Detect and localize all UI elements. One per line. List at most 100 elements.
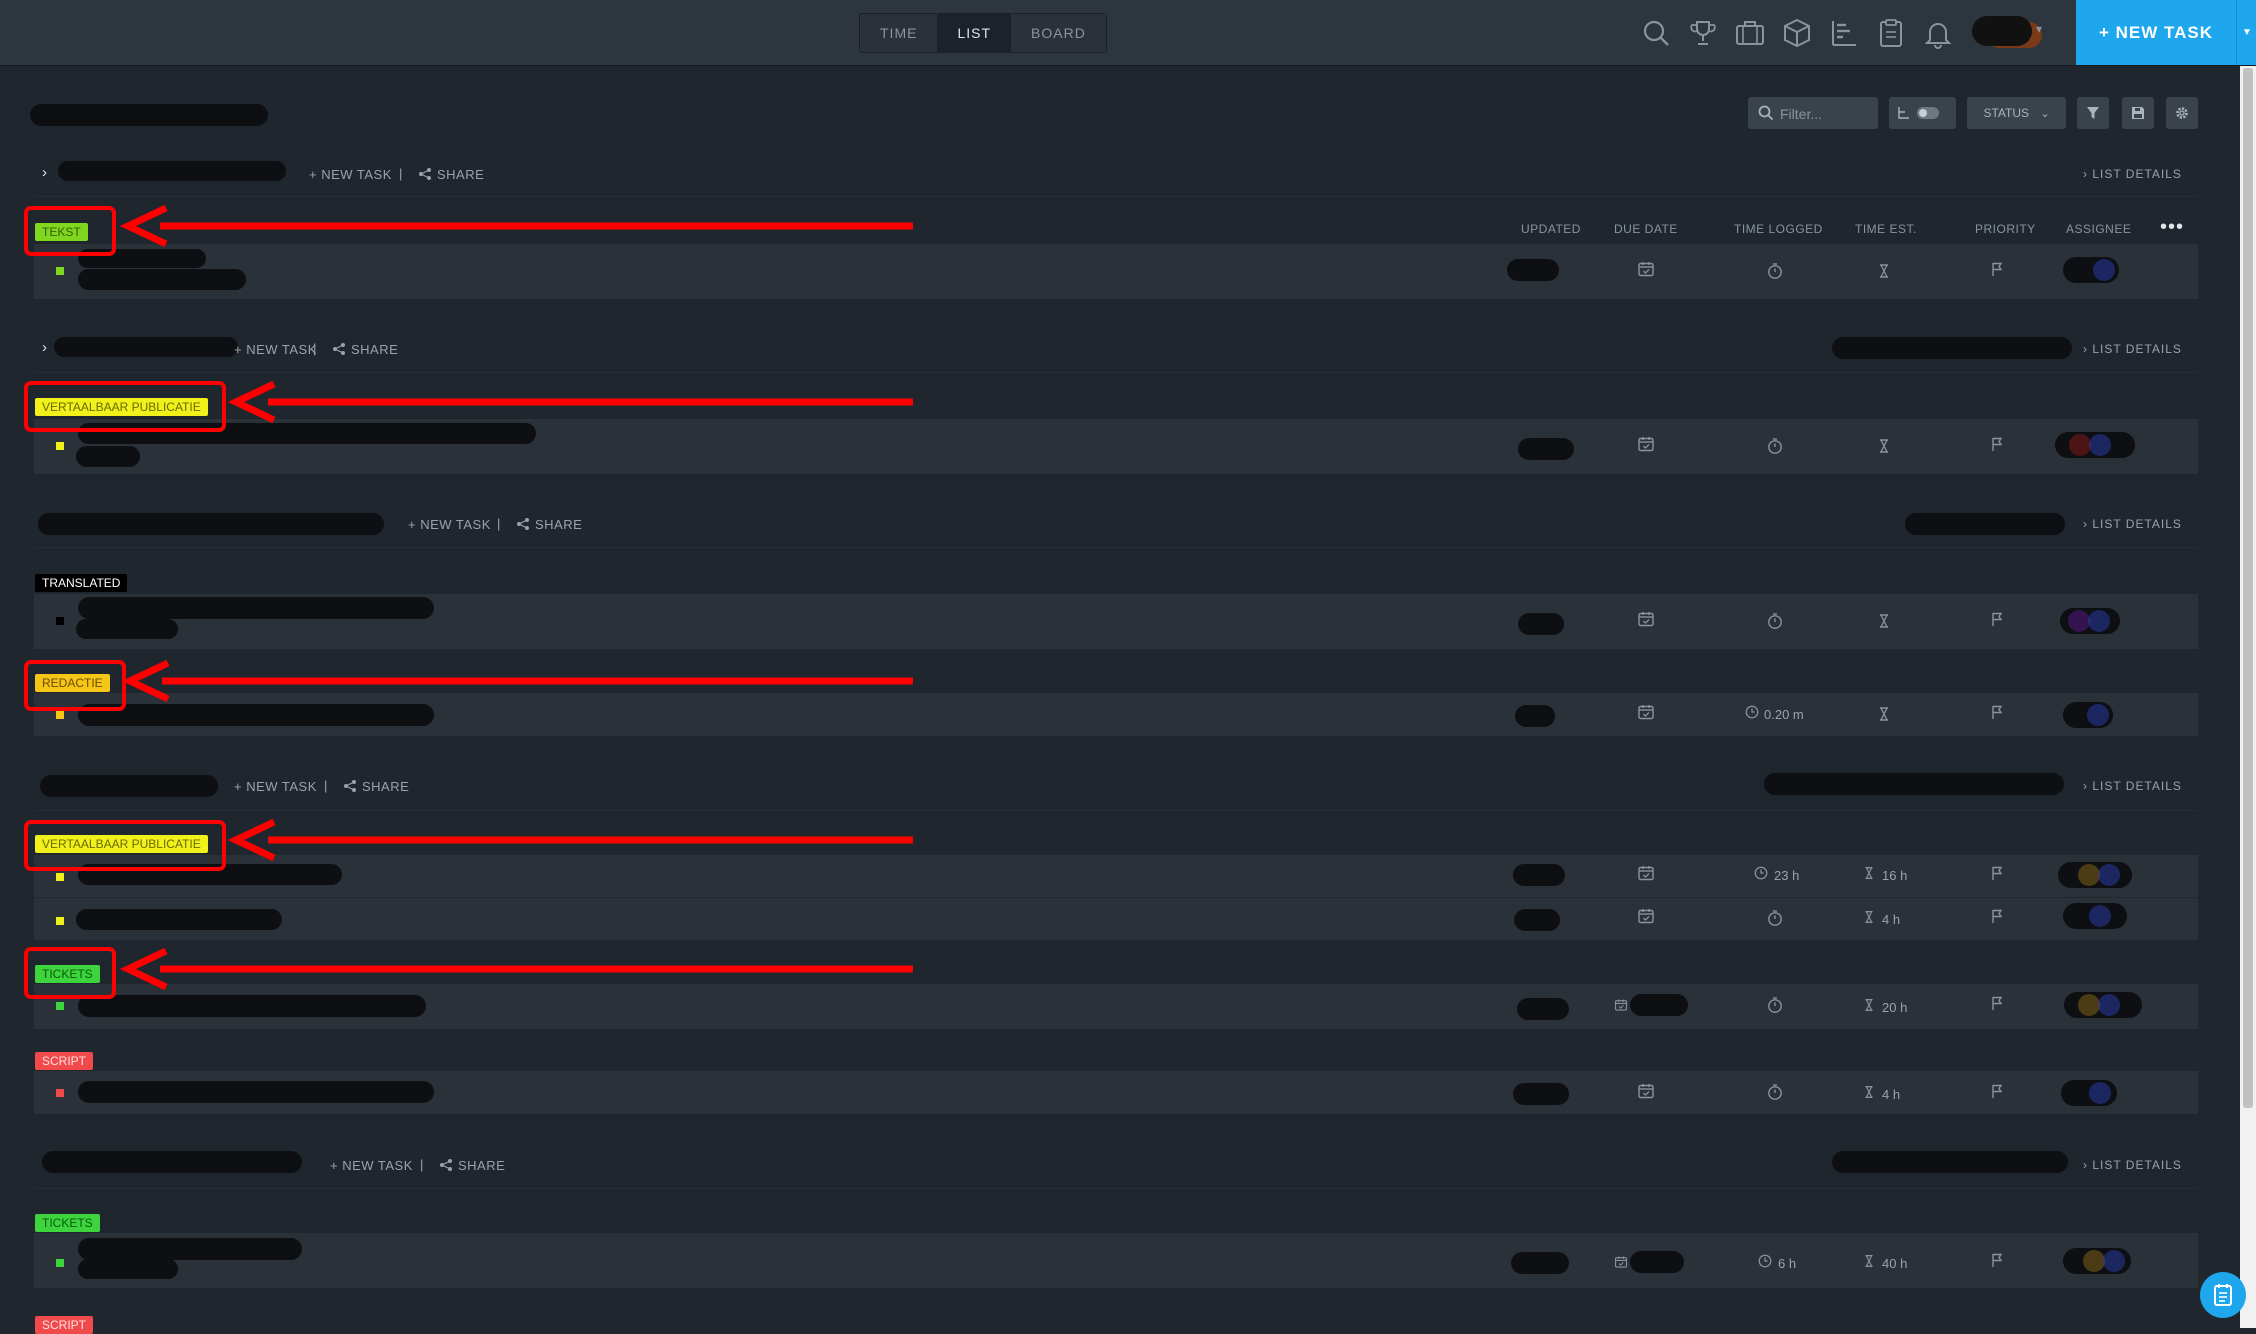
column-priority[interactable]: PRIORITY (1975, 222, 2036, 236)
column-time-est[interactable]: TIME EST. (1855, 222, 1917, 236)
flag-icon[interactable] (1988, 1251, 2006, 1269)
list-3-new-task-link[interactable]: + NEW TASK (408, 517, 491, 532)
clock-icon[interactable] (1753, 865, 1769, 881)
share-icon[interactable] (332, 342, 346, 356)
filter-input[interactable] (1778, 103, 1874, 125)
time-logged-value[interactable]: 6 h (1778, 1256, 1796, 1271)
status-square[interactable] (56, 1089, 64, 1097)
time-est-value[interactable]: 4 h (1882, 1087, 1900, 1102)
assignee-avatars[interactable] (2061, 1080, 2117, 1106)
share-icon[interactable] (516, 517, 530, 531)
calendar-icon[interactable] (1637, 1082, 1655, 1100)
time-est-value[interactable]: 4 h (1882, 912, 1900, 927)
task-name[interactable] (78, 1259, 178, 1279)
task-name[interactable] (78, 269, 246, 290)
share-icon[interactable] (343, 779, 357, 793)
list-2-new-task-link[interactable]: + NEW TASK (234, 342, 317, 357)
timer-icon[interactable] (1766, 437, 1784, 455)
due-date-value[interactable] (1630, 1251, 1684, 1273)
timer-icon[interactable] (1766, 612, 1784, 630)
task-name[interactable] (78, 704, 434, 726)
list-4-share-link[interactable]: SHARE (362, 779, 409, 794)
calendar-icon[interactable] (1637, 435, 1655, 453)
hourglass-icon[interactable] (1875, 262, 1893, 280)
briefcase-icon[interactable] (1734, 17, 1766, 49)
column-time-logged[interactable]: TIME LOGGED (1734, 222, 1823, 236)
task-name[interactable] (78, 995, 426, 1017)
clock-icon[interactable] (1757, 1253, 1773, 1269)
assignee-avatars[interactable] (2063, 903, 2127, 929)
calendar-icon[interactable] (1614, 998, 1628, 1012)
status-square[interactable] (56, 267, 64, 275)
flag-icon[interactable] (1988, 435, 2006, 453)
list-2-details-link[interactable]: › LIST DETAILS (2083, 342, 2182, 356)
clipboard-icon[interactable] (1875, 17, 1907, 49)
user-avatar[interactable] (1972, 16, 2032, 46)
hourglass-icon[interactable] (1861, 909, 1877, 925)
list-name-1[interactable] (58, 161, 286, 181)
chevron-down-icon[interactable]: ▾ (2036, 22, 2042, 36)
assignee-avatars[interactable] (2063, 1248, 2131, 1274)
assignee-avatars[interactable] (2064, 992, 2142, 1018)
save-view-button[interactable] (2122, 97, 2154, 129)
task-name[interactable] (76, 446, 140, 467)
calendar-icon[interactable] (1637, 864, 1655, 882)
flag-icon[interactable] (1988, 1082, 2006, 1100)
clock-icon[interactable] (1744, 704, 1760, 720)
assignee-avatars[interactable] (2058, 862, 2132, 888)
column-assignee[interactable]: ASSIGNEE (2066, 222, 2131, 236)
timer-icon[interactable] (1766, 996, 1784, 1014)
trophy-icon[interactable] (1687, 17, 1719, 49)
list-name-2[interactable] (54, 337, 238, 357)
time-est-value[interactable]: 40 h (1882, 1256, 1907, 1271)
assignee-avatars[interactable] (2055, 432, 2135, 458)
chevron-right-icon[interactable]: › (42, 164, 47, 181)
hourglass-icon[interactable] (1875, 705, 1893, 723)
hourglass-icon[interactable] (1875, 437, 1893, 455)
toggle-switch[interactable] (1917, 107, 1939, 119)
calendar-icon[interactable] (1637, 260, 1655, 278)
new-task-button[interactable]: + NEW TASK (2076, 0, 2236, 65)
gantt-icon[interactable] (1828, 17, 1860, 49)
list-name-3[interactable] (38, 513, 384, 535)
list-name-5[interactable] (42, 1151, 302, 1173)
assignee-avatars[interactable] (2063, 257, 2119, 283)
assignee-avatars[interactable] (2060, 608, 2120, 634)
more-options-icon[interactable]: ••• (2160, 216, 2184, 239)
status-badge-script[interactable]: SCRIPT (35, 1316, 94, 1334)
hourglass-icon[interactable] (1861, 865, 1877, 881)
time-logged-value[interactable]: 23 h (1774, 868, 1799, 883)
status-square[interactable] (56, 873, 64, 881)
status-badge-translated[interactable]: TRANSLATED (35, 574, 128, 592)
list-5-new-task-link[interactable]: + NEW TASK (330, 1158, 413, 1173)
list-5-details-link[interactable]: › LIST DETAILS (2083, 1158, 2182, 1172)
tab-board[interactable]: BOARD (1011, 14, 1106, 52)
column-due-date[interactable]: DUE DATE (1614, 222, 1678, 236)
new-task-dropdown-button[interactable]: ▼ (2236, 0, 2256, 65)
task-name[interactable] (78, 597, 434, 619)
hourglass-icon[interactable] (1861, 1084, 1877, 1100)
time-est-value[interactable]: 20 h (1882, 1000, 1907, 1015)
list-name-4[interactable] (40, 775, 218, 797)
settings-button[interactable] (2166, 97, 2198, 129)
search-icon[interactable] (1640, 17, 1672, 49)
notepad-button[interactable] (2200, 1272, 2246, 1318)
status-square[interactable] (56, 1259, 64, 1267)
calendar-icon[interactable] (1637, 907, 1655, 925)
status-square[interactable] (56, 442, 64, 450)
task-name[interactable] (78, 1081, 434, 1103)
list-4-details-link[interactable]: › LIST DETAILS (2083, 779, 2182, 793)
status-square[interactable] (56, 917, 64, 925)
chevron-right-icon[interactable]: › (42, 339, 47, 356)
subtasks-toggle-button[interactable] (1889, 97, 1956, 129)
calendar-icon[interactable] (1637, 703, 1655, 721)
due-date-value[interactable] (1630, 994, 1688, 1016)
timer-icon[interactable] (1766, 909, 1784, 927)
share-icon[interactable] (439, 1158, 453, 1172)
list-1-new-task-link[interactable]: + NEW TASK (309, 167, 392, 182)
calendar-icon[interactable] (1637, 610, 1655, 628)
status-dropdown[interactable]: STATUS ⌄ (1967, 97, 2066, 129)
list-3-share-link[interactable]: SHARE (535, 517, 582, 532)
task-name[interactable] (76, 619, 178, 639)
time-est-value[interactable]: 16 h (1882, 868, 1907, 883)
